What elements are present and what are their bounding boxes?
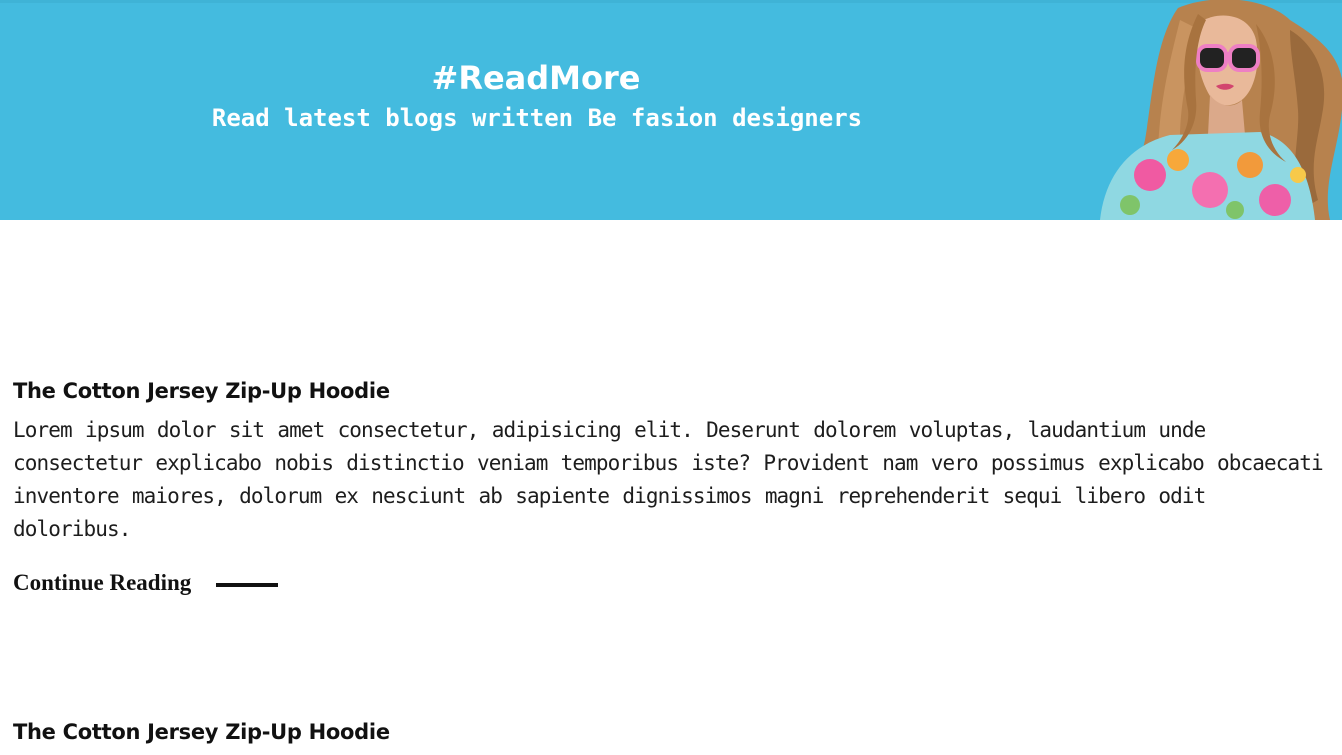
continue-reading-row: Continue Reading bbox=[13, 568, 1335, 598]
fashion-model-image bbox=[1100, 0, 1342, 220]
blog-post: The Cotton Jersey Zip-Up Hoodie Lorem ip… bbox=[13, 372, 1335, 598]
banner-subtitle: Read latest blogs written Be fasion desi… bbox=[211, 104, 863, 132]
post-title[interactable]: The Cotton Jersey Zip-Up Hoodie bbox=[13, 713, 1335, 751]
post-excerpt: Lorem ipsum dolor sit amet consectetur, … bbox=[13, 418, 1324, 541]
blog-post: The Cotton Jersey Zip-Up Hoodie bbox=[13, 713, 1335, 751]
hero-banner: #ReadMore Read latest blogs written Be f… bbox=[0, 0, 1342, 220]
decorative-line bbox=[216, 583, 279, 587]
post-title[interactable]: The Cotton Jersey Zip-Up Hoodie bbox=[13, 372, 1335, 410]
continue-reading-link[interactable]: Continue Reading bbox=[13, 570, 191, 596]
banner-title: #ReadMore bbox=[431, 59, 641, 97]
